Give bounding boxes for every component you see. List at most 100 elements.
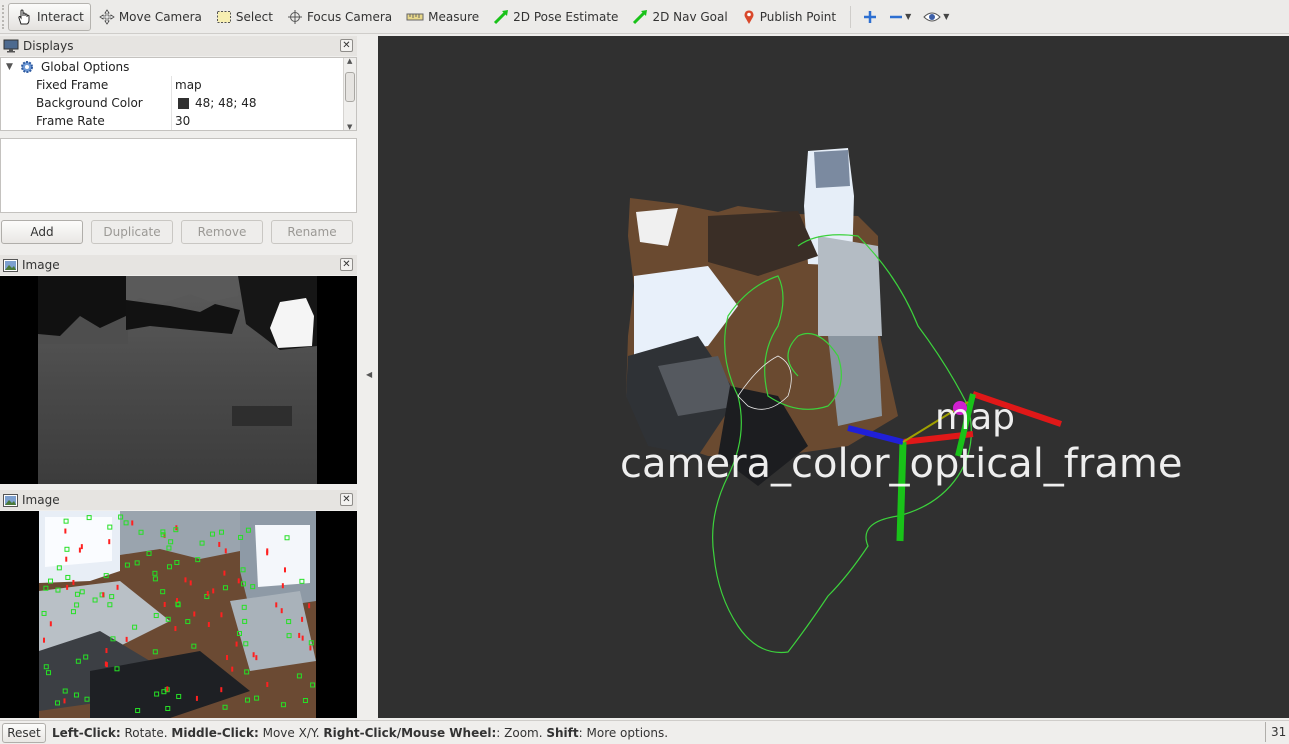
nav-goal-label: 2D Nav Goal <box>652 9 728 24</box>
feature-marker <box>212 588 215 594</box>
feature-marker <box>108 539 111 545</box>
feature-marker <box>301 635 304 641</box>
expand-arrow-icon[interactable]: ▼ <box>6 62 13 72</box>
feature-marker <box>301 616 304 622</box>
feature-marker <box>125 636 128 642</box>
duplicate-display-button[interactable]: Duplicate <box>91 220 173 244</box>
frame-rate-value[interactable]: 30 <box>175 114 190 128</box>
close-icon[interactable]: ✕ <box>340 39 353 52</box>
feature-marker <box>237 578 240 584</box>
feature-marker <box>131 520 134 526</box>
tree-row-global-options[interactable]: ▼ Global Options <box>1 58 344 76</box>
publish-point-tool-button[interactable]: Publish Point <box>736 3 842 31</box>
frame-rate-label: Frame Rate <box>36 114 105 128</box>
move-arrows-icon <box>99 8 115 25</box>
collapse-arrow-icon[interactable]: ◀ <box>366 370 372 379</box>
select-rect-icon <box>216 10 231 23</box>
focus-camera-tool-button[interactable]: Focus Camera <box>281 3 398 31</box>
display-description-box <box>0 138 357 213</box>
middle-click-label: Middle-Click: <box>171 725 259 740</box>
close-icon[interactable]: ✕ <box>340 493 353 506</box>
status-bar: Reset Left-Click: Rotate. Middle-Click: … <box>0 720 1289 744</box>
feature-marker <box>309 645 312 651</box>
feature-marker <box>252 652 255 658</box>
right-click-label: Right-Click/Mouse Wheel: <box>323 725 497 740</box>
image-panel-1-label: Image <box>22 258 60 272</box>
green-arrow-icon <box>494 9 509 24</box>
focus-camera-label: Focus Camera <box>306 9 393 24</box>
feature-marker <box>116 584 119 590</box>
add-display-button[interactable]: Add <box>1 220 83 244</box>
feature-marker <box>283 567 286 573</box>
view-options-button[interactable]: ▼ <box>917 3 955 31</box>
tree-row-background-color[interactable]: Background Color 48; 48; 48 <box>1 94 344 112</box>
frame-label-map: map <box>935 397 1015 438</box>
point-cloud-scene: map camera_color_optical_frame <box>620 148 1182 654</box>
scroll-down-icon[interactable]: ▼ <box>347 123 352 131</box>
select-tool-button[interactable]: Select <box>210 3 279 31</box>
rgb-image-view[interactable] <box>0 511 357 718</box>
pose-estimate-tool-button[interactable]: 2D Pose Estimate <box>487 3 624 31</box>
map-pin-icon <box>744 9 754 24</box>
middle-click-desc: Move X/Y. <box>258 725 324 740</box>
depth-image-view[interactable] <box>0 276 357 484</box>
tree-row-frame-rate[interactable]: Frame Rate 30 <box>1 112 344 130</box>
image-icon <box>3 258 18 272</box>
minus-icon <box>890 15 903 18</box>
color-swatch[interactable] <box>178 97 189 109</box>
left-click-desc: Rotate. <box>120 725 172 740</box>
scroll-thumb[interactable] <box>345 72 355 102</box>
displays-panel-title[interactable]: Displays ✕ <box>0 36 357 56</box>
add-tool-button[interactable] <box>857 3 883 31</box>
feature-marker <box>266 550 269 556</box>
right-click-desc: : Zoom. <box>496 725 547 740</box>
eye-icon <box>923 12 941 21</box>
feature-marker <box>275 602 278 608</box>
remove-display-button[interactable]: Remove <box>181 220 263 244</box>
feature-marker <box>207 621 210 627</box>
feature-marker <box>184 577 187 583</box>
global-options-label: Global Options <box>41 60 130 74</box>
dock-splitter[interactable]: ◀ <box>361 36 377 718</box>
interact-tool-button[interactable]: Interact <box>8 2 91 31</box>
fps-counter: 31 <box>1265 722 1289 742</box>
feature-marker <box>223 570 226 576</box>
feature-marker <box>281 583 284 589</box>
displays-scrollbar[interactable]: ▲ ▼ <box>343 57 356 131</box>
gear-icon <box>21 61 33 73</box>
frame-label-camera: camera_color_optical_frame <box>620 441 1182 487</box>
background-color-value[interactable]: 48; 48; 48 <box>195 96 257 110</box>
image-panel-1-title[interactable]: Image ✕ <box>0 255 357 275</box>
rgb-feature-image <box>39 511 316 718</box>
feature-marker <box>220 612 223 618</box>
left-click-label: Left-Click: <box>52 725 121 740</box>
close-icon[interactable]: ✕ <box>340 258 353 271</box>
feature-marker <box>298 632 301 638</box>
feature-marker <box>195 695 198 701</box>
measure-tool-button[interactable]: Measure <box>400 3 485 31</box>
rename-display-button[interactable]: Rename <box>271 220 353 244</box>
feature-marker <box>66 584 69 590</box>
reset-button[interactable]: Reset <box>2 722 46 743</box>
fixed-frame-value[interactable]: map <box>175 78 202 92</box>
feature-marker <box>166 686 169 692</box>
nav-goal-tool-button[interactable]: 2D Nav Goal <box>626 3 733 31</box>
remove-tool-button[interactable]: ▼ <box>883 3 917 31</box>
3d-render-view[interactable]: map camera_color_optical_frame <box>378 36 1289 718</box>
feature-marker <box>226 655 229 661</box>
main-toolbar: Interact Move Camera Select Focus Camera… <box>0 0 1289 34</box>
depth-image <box>38 276 317 484</box>
dropdown-arrow-icon: ▼ <box>905 12 912 21</box>
feature-marker <box>206 591 209 597</box>
scroll-up-icon[interactable]: ▲ <box>347 57 352 65</box>
feature-marker <box>105 648 108 654</box>
toolbar-separator <box>850 5 852 28</box>
image-panel-2-title[interactable]: Image ✕ <box>0 490 357 510</box>
fixed-frame-label: Fixed Frame <box>36 78 109 92</box>
background-color-label: Background Color <box>36 96 143 110</box>
hand-icon <box>18 8 30 24</box>
move-camera-tool-button[interactable]: Move Camera <box>93 3 208 31</box>
feature-marker <box>163 601 166 607</box>
tree-row-fixed-frame[interactable]: Fixed Frame map <box>1 76 344 94</box>
displays-title: Displays <box>23 39 74 53</box>
